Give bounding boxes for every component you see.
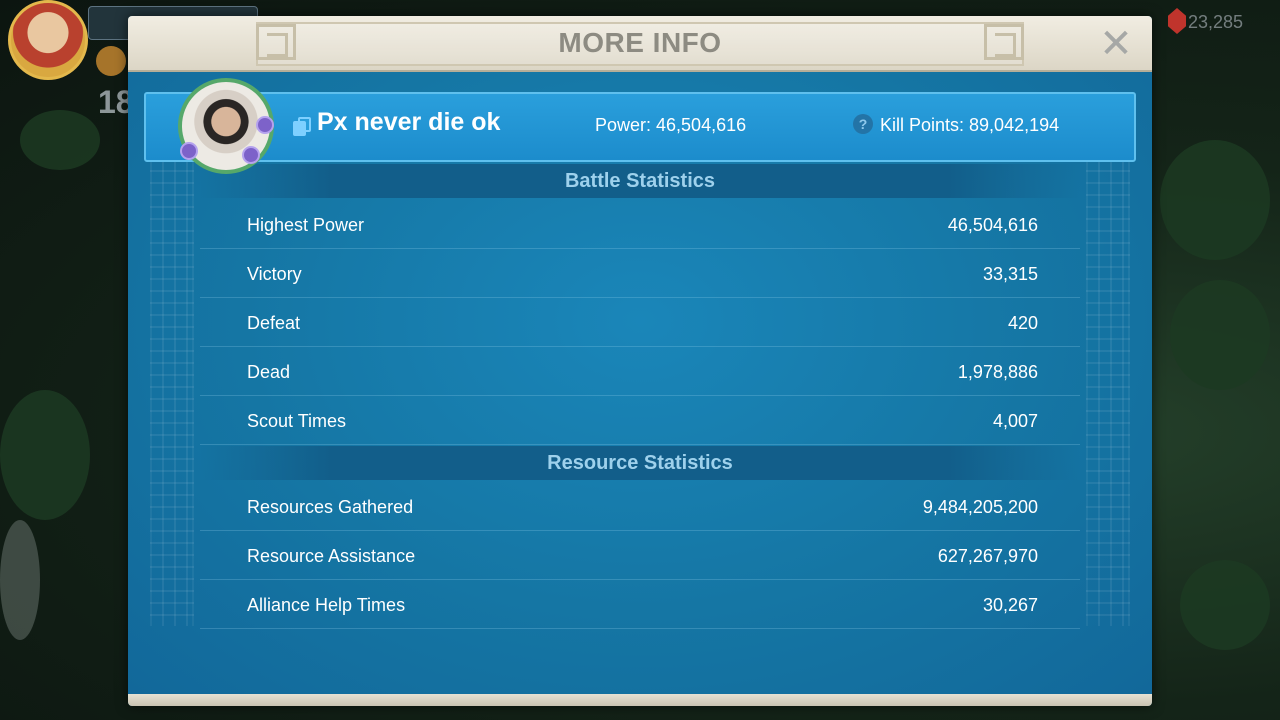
stat-value: 30,267: [982, 595, 1038, 615]
stat-row-resources-gathered: Resources Gathered 9,484,205,200: [200, 482, 1080, 531]
stat-label: Dead: [247, 362, 291, 382]
battle-statistics-header: Battle Statistics: [200, 164, 1080, 198]
stat-row-alliance-help-times: Alliance Help Times 30,267: [200, 580, 1080, 629]
stat-row-scout-times: Scout Times 4,007: [200, 396, 1080, 445]
avatar-flower-ornament: [242, 146, 260, 164]
player-avatar[interactable]: [176, 76, 280, 176]
background-snow: [0, 520, 40, 640]
greek-border-left: [150, 106, 194, 626]
close-icon[interactable]: ✕: [1099, 22, 1133, 66]
background-tree: [1160, 140, 1270, 260]
dialog-header: MORE INFO ✕: [128, 16, 1152, 72]
stat-label: Highest Power: [247, 215, 365, 235]
gem-count: 23,285: [1188, 12, 1244, 32]
stat-row-dead: Dead 1,978,886: [200, 347, 1080, 396]
background-tree: [20, 110, 100, 170]
stat-label: Alliance Help Times: [247, 595, 406, 615]
background-tree: [1180, 560, 1270, 650]
stat-row-defeat: Defeat 420: [200, 298, 1080, 347]
stat-label: Victory: [247, 264, 302, 284]
avatar-flower-ornament: [256, 116, 274, 134]
stat-label: Defeat: [247, 313, 301, 333]
stat-label: Scout Times: [247, 411, 347, 431]
stat-row-highest-power: Highest Power 46,504,616: [200, 200, 1080, 249]
background-tree: [1170, 280, 1270, 390]
help-icon[interactable]: ?: [853, 114, 873, 134]
stat-value: 33,315: [982, 264, 1038, 284]
stat-value: 420: [1007, 313, 1038, 333]
hud-avatar[interactable]: [8, 0, 88, 80]
kill-points: Kill Points: 89,042,194: [880, 115, 1060, 135]
stat-value: 4,007: [992, 411, 1038, 431]
greek-border-right: [1086, 106, 1130, 626]
stat-value: 9,484,205,200: [922, 497, 1038, 517]
copy-icon[interactable]: [293, 117, 311, 136]
dialog-footer: [128, 694, 1152, 706]
avatar-flower-ornament: [180, 142, 198, 160]
stat-value: 46,504,616: [947, 215, 1038, 235]
player-power: Power: 46,504,616: [595, 115, 747, 135]
player-name: Px never die ok: [317, 108, 501, 136]
resource-statistics-header: Resource Statistics: [200, 446, 1080, 480]
stat-value: 1,978,886: [957, 362, 1038, 382]
stat-row-victory: Victory 33,315: [200, 249, 1080, 298]
stat-row-resource-assistance: Resource Assistance 627,267,970: [200, 531, 1080, 580]
hud-badge-icon[interactable]: [96, 46, 126, 76]
close-button[interactable]: ✕: [1098, 24, 1134, 64]
gem-icon: [1168, 8, 1186, 34]
stat-value: 627,267,970: [937, 546, 1038, 566]
background-tree: [0, 390, 90, 520]
stat-label: Resources Gathered: [247, 497, 414, 517]
dialog-title: MORE INFO: [558, 27, 722, 58]
stat-label: Resource Assistance: [247, 546, 416, 566]
